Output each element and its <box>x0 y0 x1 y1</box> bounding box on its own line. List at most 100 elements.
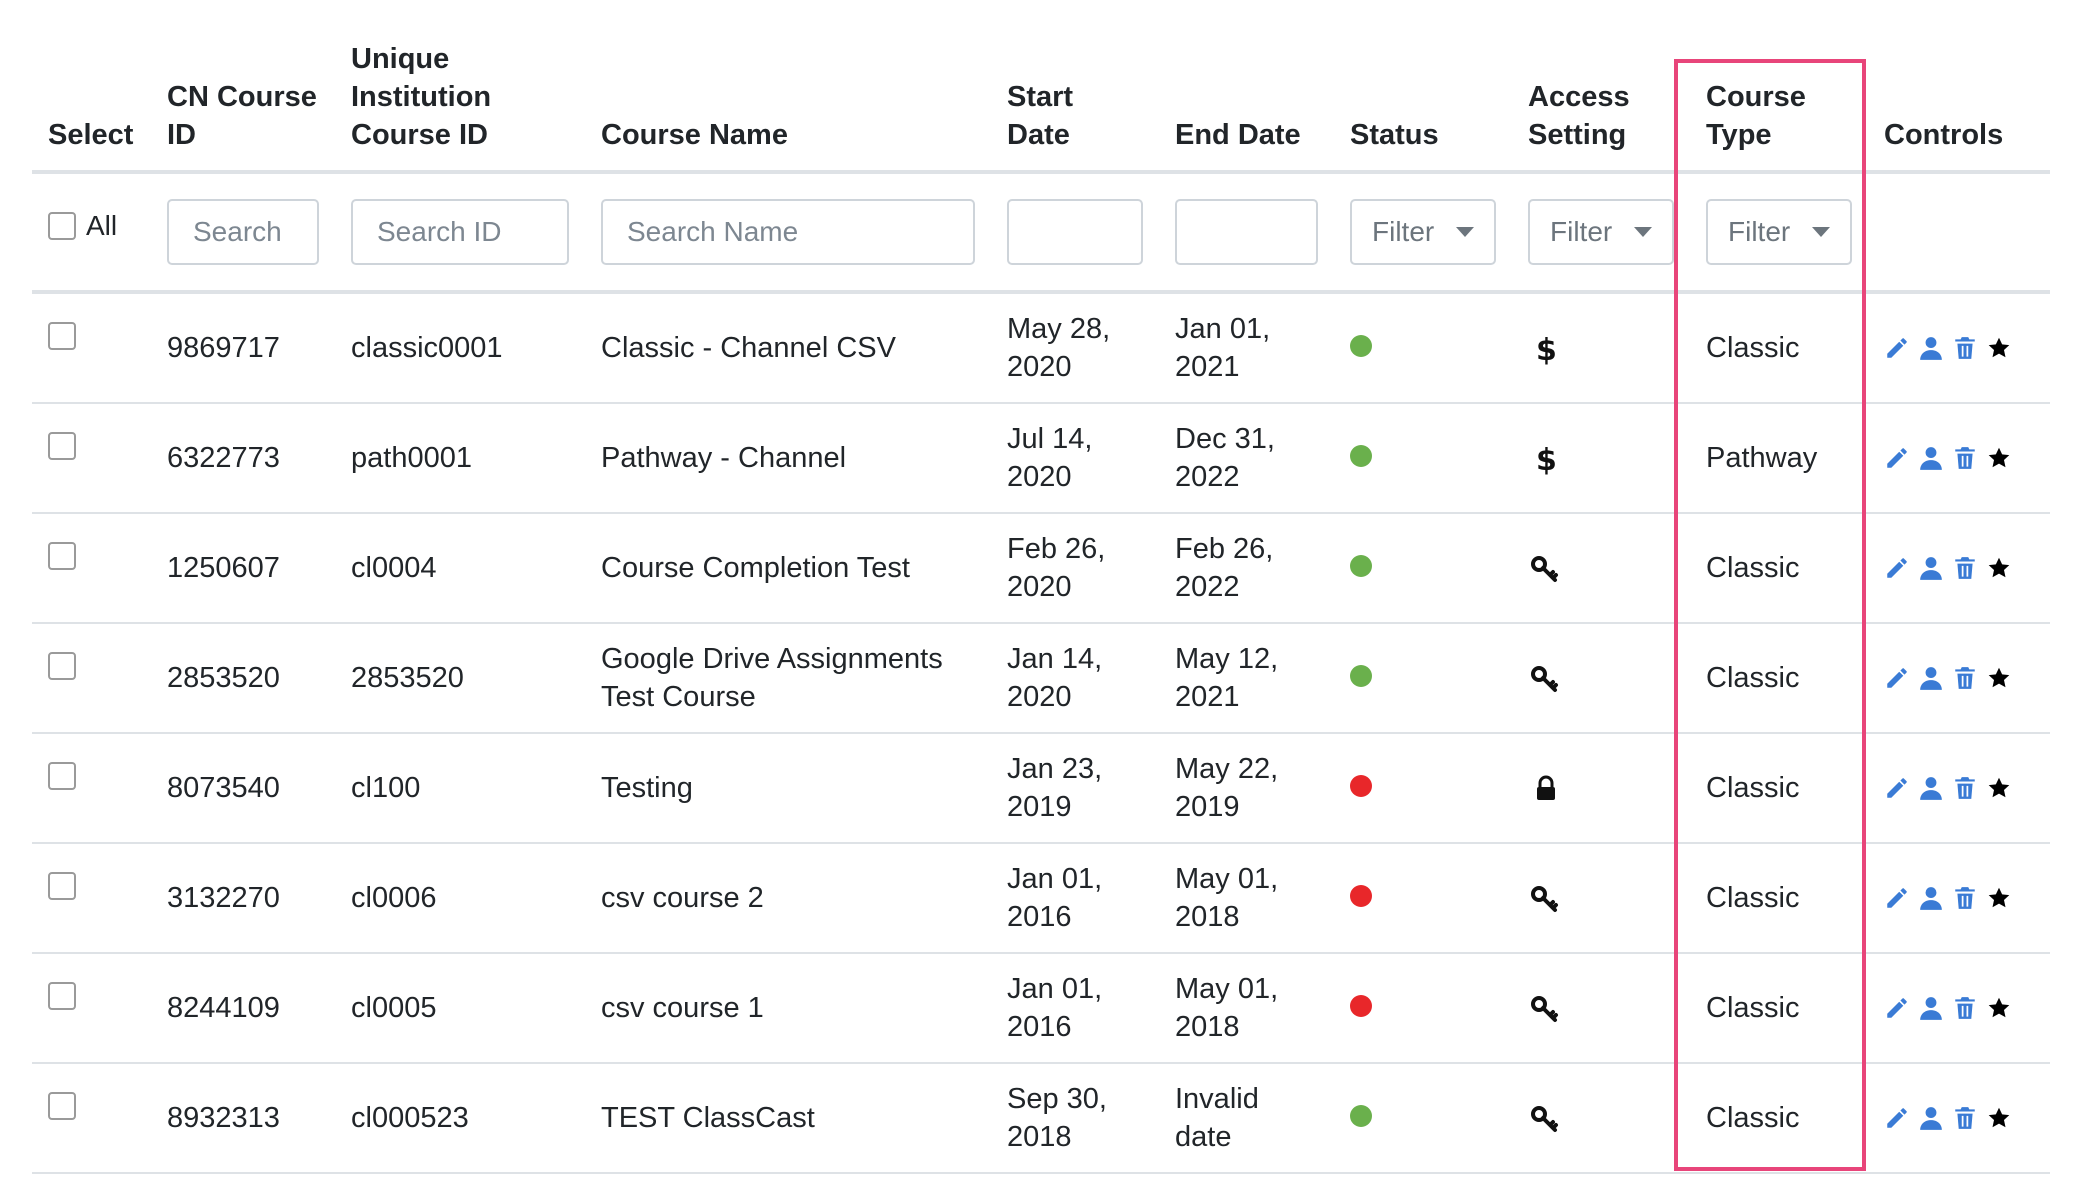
institution-course-id-cell: classic0001 <box>335 292 585 404</box>
user-icon[interactable] <box>1918 445 1944 471</box>
row-select-checkbox[interactable] <box>48 652 76 681</box>
dollar-icon: $ <box>1528 441 1564 478</box>
user-icon[interactable] <box>1918 665 1944 691</box>
star-icon[interactable] <box>1986 665 2012 691</box>
status-dot-icon <box>1350 445 1372 467</box>
institution-course-id-cell: cl100 <box>335 733 585 844</box>
course-type-cell: Classic <box>1690 513 1868 624</box>
institution-course-id-cell: cl0006 <box>335 843 585 954</box>
star-icon[interactable] <box>1986 995 2012 1021</box>
edit-pencil-icon[interactable] <box>1884 995 1910 1021</box>
start-date-filter-input[interactable] <box>1007 199 1143 265</box>
edit-pencil-icon[interactable] <box>1884 335 1910 361</box>
cn-course-id-cell: 8244109 <box>151 953 335 1064</box>
trash-icon[interactable] <box>1952 665 1978 691</box>
col-status-header[interactable]: Status <box>1334 40 1512 174</box>
status-dot-icon <box>1350 885 1372 907</box>
trash-icon[interactable] <box>1952 1105 1978 1131</box>
row-select-checkbox[interactable] <box>48 432 76 461</box>
status-filter-value: Filter <box>1372 216 1434 247</box>
course-name-cell: Course Completion Test <box>585 513 991 624</box>
course-type-cell: Classic <box>1690 623 1868 734</box>
edit-pencil-icon[interactable] <box>1884 1105 1910 1131</box>
status-filter-select[interactable]: Filter <box>1350 199 1496 265</box>
col-controls-header: Controls <box>1868 40 2050 174</box>
institution-course-id-cell: cl0004 <box>335 513 585 624</box>
trash-icon[interactable] <box>1952 775 1978 801</box>
row-select-checkbox[interactable] <box>48 872 76 901</box>
user-icon[interactable] <box>1918 335 1944 361</box>
table-row: 6322773 path0001 Pathway - Channel Jul 1… <box>32 403 2050 514</box>
row-select-checkbox[interactable] <box>48 762 76 791</box>
trash-icon[interactable] <box>1952 335 1978 361</box>
user-icon[interactable] <box>1918 555 1944 581</box>
row-select-checkbox[interactable] <box>48 982 76 1011</box>
end-date-cell: Jan 01, 2021 <box>1159 292 1334 404</box>
institution-course-id-cell: cl0005 <box>335 953 585 1064</box>
row-select-checkbox[interactable] <box>48 322 76 351</box>
col-course-type-header[interactable]: Course Type <box>1690 40 1868 174</box>
status-dot-icon <box>1350 775 1372 797</box>
table-row: 8932313 cl000523 TEST ClassCast Sep 30, … <box>32 1063 2050 1174</box>
col-cn-course-id-header[interactable]: CN Course ID <box>151 40 335 174</box>
course-name-cell: Pathway - Channel <box>585 403 991 514</box>
trash-icon[interactable] <box>1952 885 1978 911</box>
course-list-page: Select CN Course ID Unique Institution C… <box>0 0 2092 1188</box>
start-date-cell: Jul 14, 2020 <box>991 403 1159 514</box>
start-date-cell: Jan 14, 2020 <box>991 623 1159 734</box>
col-course-name-header[interactable]: Course Name <box>585 40 991 174</box>
end-date-filter-input[interactable] <box>1175 199 1318 265</box>
star-icon[interactable] <box>1986 555 2012 581</box>
select-all-label: All <box>86 210 118 241</box>
cn-course-id-cell: 9869717 <box>151 292 335 404</box>
row-select-checkbox[interactable] <box>48 542 76 571</box>
trash-icon[interactable] <box>1952 555 1978 581</box>
course-name-cell: Google Drive Assignments Test Course <box>585 623 991 734</box>
start-date-cell: Jan 01, 2016 <box>991 953 1159 1064</box>
table-row: 2853520 2853520 Google Drive Assignments… <box>32 623 2050 734</box>
row-controls <box>1884 885 2034 911</box>
edit-pencil-icon[interactable] <box>1884 445 1910 471</box>
user-icon[interactable] <box>1918 1105 1944 1131</box>
star-icon[interactable] <box>1986 775 2012 801</box>
end-date-cell: May 22, 2019 <box>1159 733 1334 844</box>
select-all-checkbox[interactable] <box>48 212 76 240</box>
user-icon[interactable] <box>1918 775 1944 801</box>
star-icon[interactable] <box>1986 445 2012 471</box>
trash-icon[interactable] <box>1952 995 1978 1021</box>
col-start-date-header[interactable]: Start Date <box>991 40 1159 174</box>
col-access-header[interactable]: Access Setting <box>1512 40 1690 174</box>
status-dot-icon <box>1350 555 1372 577</box>
edit-pencil-icon[interactable] <box>1884 775 1910 801</box>
edit-pencil-icon[interactable] <box>1884 665 1910 691</box>
edit-pencil-icon[interactable] <box>1884 885 1910 911</box>
user-icon[interactable] <box>1918 885 1944 911</box>
col-select-header: Select <box>32 40 151 174</box>
end-date-cell: Invalid date <box>1159 1063 1334 1174</box>
key-icon <box>1528 1101 1564 1137</box>
star-icon[interactable] <box>1986 1105 2012 1131</box>
course-name-cell: csv course 2 <box>585 843 991 954</box>
row-controls <box>1884 555 2034 581</box>
star-icon[interactable] <box>1986 335 2012 361</box>
col-unique-id-header[interactable]: Unique Institution Course ID <box>335 40 585 174</box>
course-type-filter-select[interactable]: Filter <box>1706 199 1852 265</box>
status-dot-icon <box>1350 665 1372 687</box>
search-cn-course-id-input[interactable] <box>167 199 319 265</box>
row-select-checkbox[interactable] <box>48 1092 76 1121</box>
user-icon[interactable] <box>1918 995 1944 1021</box>
row-controls <box>1884 445 2034 471</box>
star-icon[interactable] <box>1986 885 2012 911</box>
end-date-cell: May 12, 2021 <box>1159 623 1334 734</box>
status-dot-icon <box>1350 1105 1372 1127</box>
end-date-cell: May 01, 2018 <box>1159 843 1334 954</box>
course-name-cell: TEST ClassCast <box>585 1063 991 1174</box>
start-date-cell: Jan 23, 2019 <box>991 733 1159 844</box>
col-end-date-header[interactable]: End Date <box>1159 40 1334 174</box>
search-institution-id-input[interactable] <box>351 199 569 265</box>
access-filter-select[interactable]: Filter <box>1528 199 1674 265</box>
cn-course-id-cell: 6322773 <box>151 403 335 514</box>
search-course-name-input[interactable] <box>601 199 975 265</box>
edit-pencil-icon[interactable] <box>1884 555 1910 581</box>
trash-icon[interactable] <box>1952 445 1978 471</box>
